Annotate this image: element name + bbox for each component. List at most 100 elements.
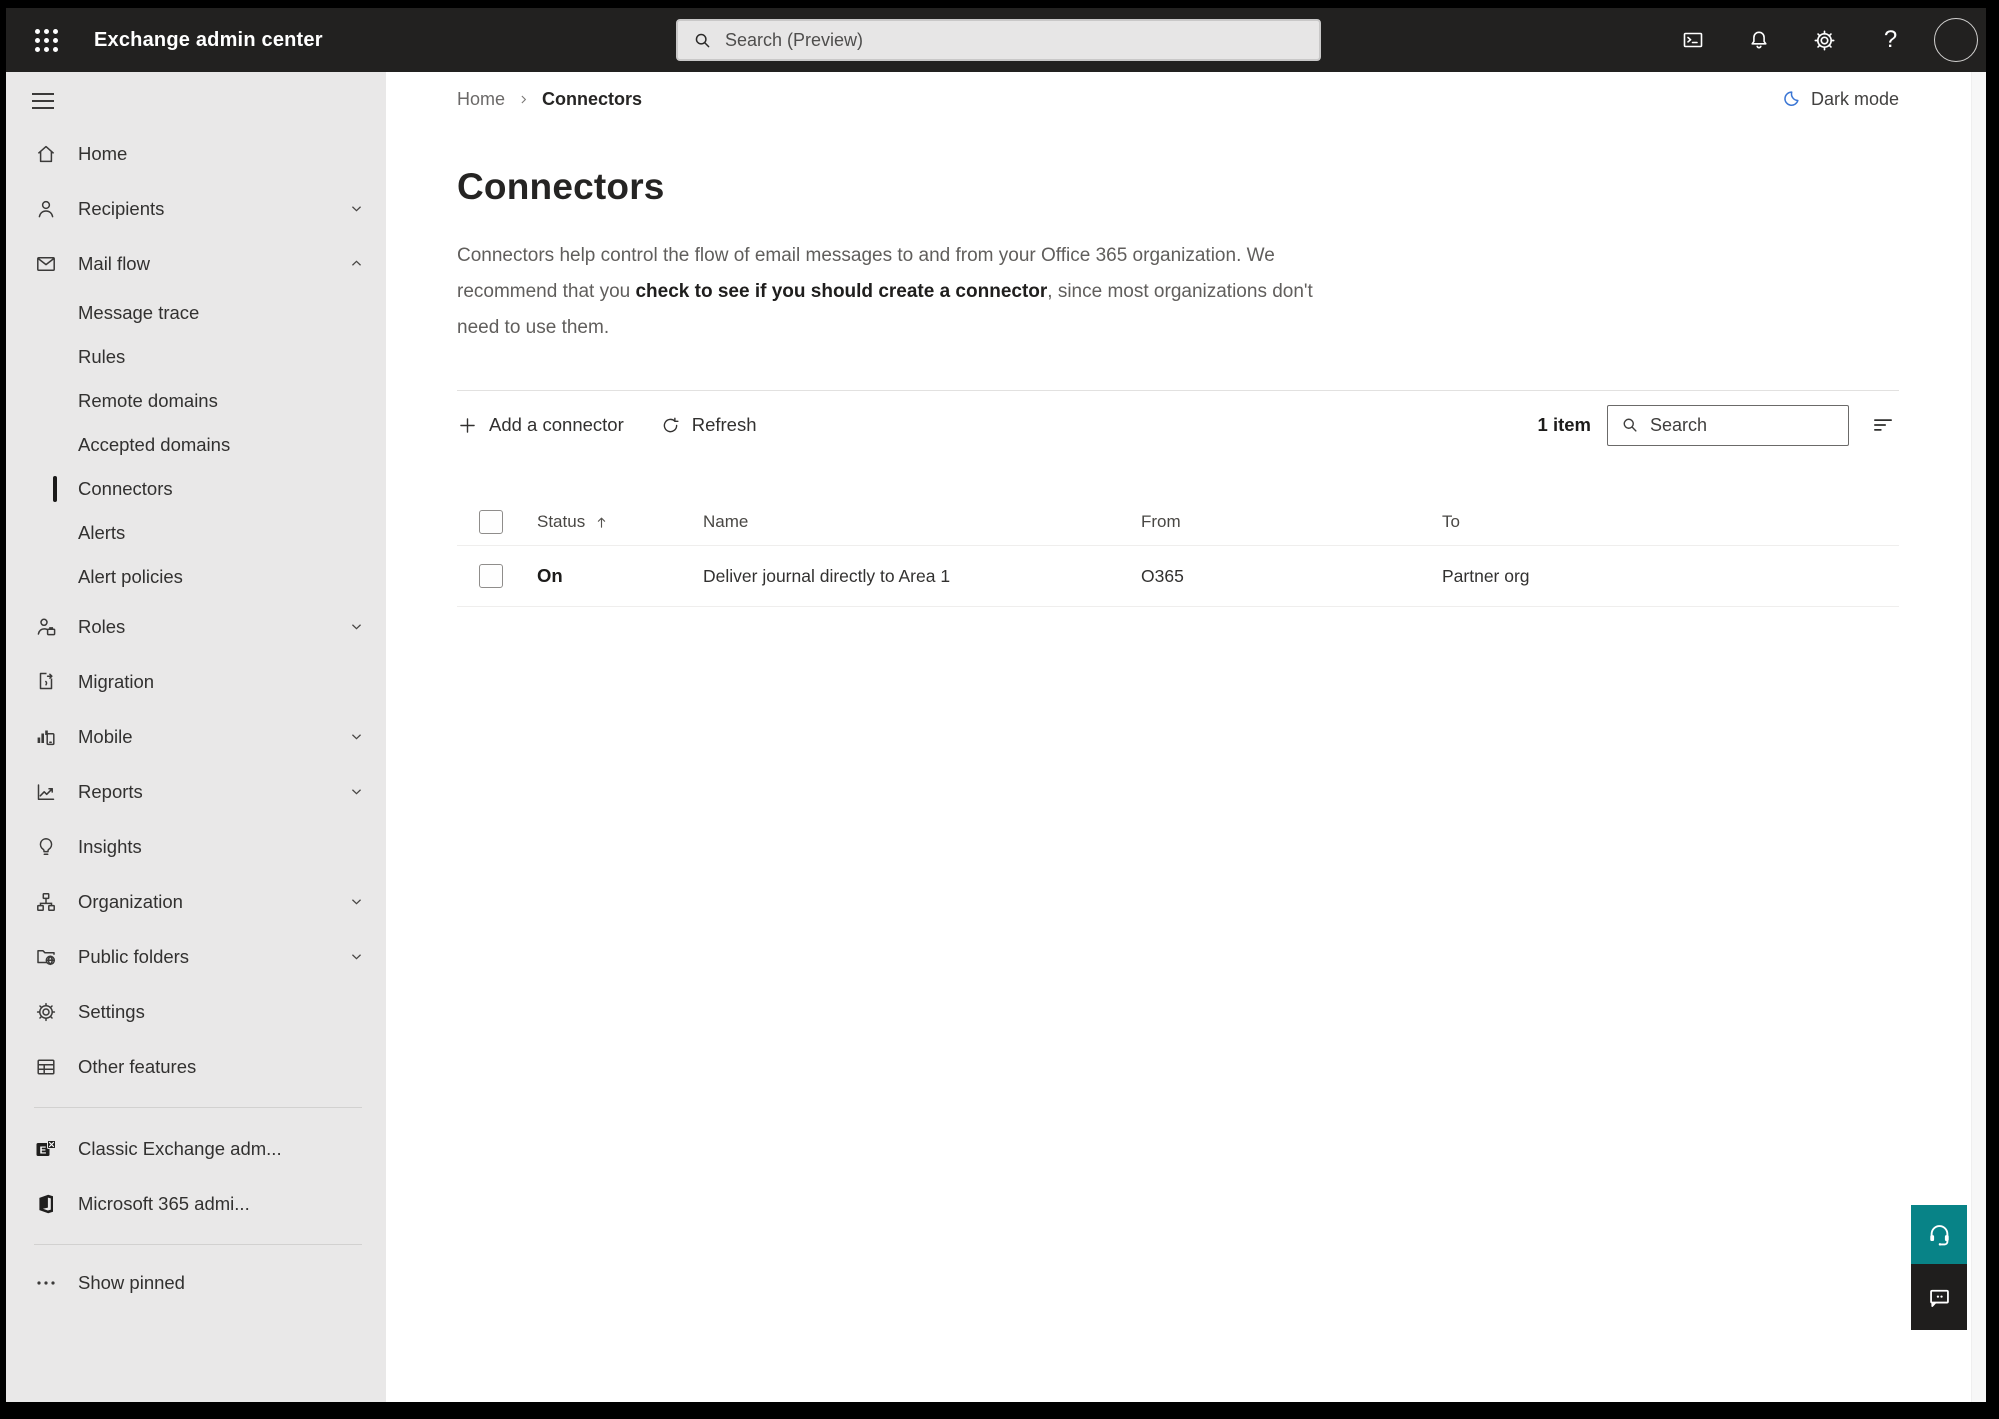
row-status: On [537,565,563,586]
global-search[interactable] [676,19,1321,61]
breadcrumb-current: Connectors [542,88,643,109]
feedback-chat-icon [1929,1289,1949,1307]
sidebar-item-settings[interactable]: Settings [6,984,386,1039]
moon-icon [1780,89,1801,110]
notifications-bell-icon [1750,31,1767,49]
chevron-down-icon [349,949,364,964]
column-header-status[interactable]: Status [537,512,703,532]
row-checkbox[interactable] [479,564,503,588]
organization-chart-icon [34,890,58,914]
select-all-checkbox[interactable] [479,510,503,534]
table-row[interactable]: On Deliver journal directly to Area 1 O3… [457,546,1899,607]
filter-button[interactable] [1867,409,1899,441]
list-search-input[interactable] [1650,414,1836,436]
chevron-down-icon [349,729,364,744]
chevron-down-icon [349,894,364,909]
sidebar-item-public-folders[interactable]: Public folders [6,929,386,984]
dark-mode-toggle[interactable]: Dark mode [1780,89,1899,110]
filter-icon [1874,419,1892,431]
row-name: Deliver journal directly to Area 1 [703,565,951,586]
nav-collapse-button[interactable] [32,88,62,114]
breadcrumb-chevron-icon [517,93,530,106]
topbar: Exchange admin center ? [6,8,1986,72]
mail-icon [34,252,58,276]
home-icon [34,142,58,166]
help-button[interactable]: ? [1868,18,1913,63]
sidebar-item-classic-exchange-admin[interactable]: E Classic Exchange adm... [6,1121,386,1176]
cloud-shell-icon [1683,32,1702,48]
settings-button[interactable] [1802,18,1847,63]
sidebar-item-connectors[interactable]: Connectors [6,467,386,511]
svg-text:E: E [40,1145,47,1156]
create-connector-check-link[interactable]: check to see if you should create a conn… [635,281,1047,302]
sidebar-item-organization[interactable]: Organization [6,874,386,929]
toolbar-divider [457,390,1899,391]
sidebar-item-alert-policies[interactable]: Alert policies [6,555,386,599]
topbar-actions: ? [1670,18,1978,63]
page-description: Connectors help control the flow of emai… [457,245,1313,338]
connectors-table: Status Name From To On Deliver journal d… [457,499,1899,607]
sidebar-divider [34,1244,362,1245]
plus-icon [457,415,478,436]
migration-document-icon [34,670,58,694]
chevron-down-icon [349,201,364,216]
sidebar-item-reports[interactable]: Reports [6,764,386,819]
sidebar-item-other-features[interactable]: Other features [6,1039,386,1094]
sidebar-item-alerts[interactable]: Alerts [6,511,386,555]
chevron-down-icon [349,619,364,634]
sidebar-item-roles[interactable]: Roles [6,599,386,654]
cloud-shell-button[interactable] [1670,18,1715,63]
sidebar-item-rules[interactable]: Rules [6,335,386,379]
support-headset-icon [1929,1225,1949,1246]
column-header-name[interactable]: Name [703,512,1141,532]
settings-gear-icon [1814,30,1835,51]
page-title: Connectors [457,166,665,207]
ellipsis-icon [34,1271,58,1295]
row-from: O365 [1141,565,1184,586]
list-toolbar: Add a connector Refresh 1 item [457,403,1899,447]
feedback-button[interactable] [1911,1264,1967,1330]
hamburger-menu-icon [32,93,54,95]
sidebar-item-show-pinned[interactable]: Show pinned [6,1258,386,1308]
account-avatar[interactable] [1934,18,1978,62]
list-search[interactable] [1607,404,1849,446]
main-content: Home Connectors Dark mode Connectors Con… [386,72,1986,1402]
sidebar-item-mobile[interactable]: Mobile [6,709,386,764]
person-icon [34,197,58,221]
table-header-row: Status Name From To [457,499,1899,546]
chevron-up-icon [349,256,364,271]
roles-person-briefcase-icon [34,615,58,639]
other-features-table-icon [34,1055,58,1079]
sidebar-item-insights[interactable]: Insights [6,819,386,874]
column-header-from[interactable]: From [1141,512,1442,532]
sidebar-divider [34,1107,362,1108]
add-connector-button[interactable]: Add a connector [457,414,624,436]
public-folders-globe-icon [34,945,58,969]
mobile-chart-phone-icon [34,725,58,749]
sidebar-item-message-trace[interactable]: Message trace [6,291,386,335]
refresh-button[interactable]: Refresh [660,414,757,436]
insights-lightbulb-icon [34,835,58,859]
support-button[interactable] [1911,1205,1967,1264]
row-to: Partner org [1442,565,1530,586]
notifications-button[interactable] [1736,18,1781,63]
sidebar-item-home[interactable]: Home [6,126,386,181]
sidebar-item-mail-flow[interactable]: Mail flow [6,236,386,291]
app-launcher-button[interactable] [24,18,68,62]
sidebar-item-recipients[interactable]: Recipients [6,181,386,236]
sidebar-item-microsoft-365-admin[interactable]: Microsoft 365 admi... [6,1176,386,1231]
refresh-icon [660,415,681,436]
scrollbar[interactable] [1971,72,1986,1402]
global-search-input[interactable] [725,29,1305,51]
microsoft-365-logo [34,1192,58,1216]
floating-action-buttons [1911,1205,1967,1330]
column-header-to[interactable]: To [1442,512,1899,532]
sidebar-item-accepted-domains[interactable]: Accepted domains [6,423,386,467]
app-window: Exchange admin center ? [6,8,1986,1402]
sidebar-item-migration[interactable]: Migration [6,654,386,709]
search-icon [1620,415,1640,435]
breadcrumb-home-link[interactable]: Home [457,89,505,110]
chevron-down-icon [349,784,364,799]
sidebar-item-remote-domains[interactable]: Remote domains [6,379,386,423]
item-count: 1 item [1537,414,1591,435]
